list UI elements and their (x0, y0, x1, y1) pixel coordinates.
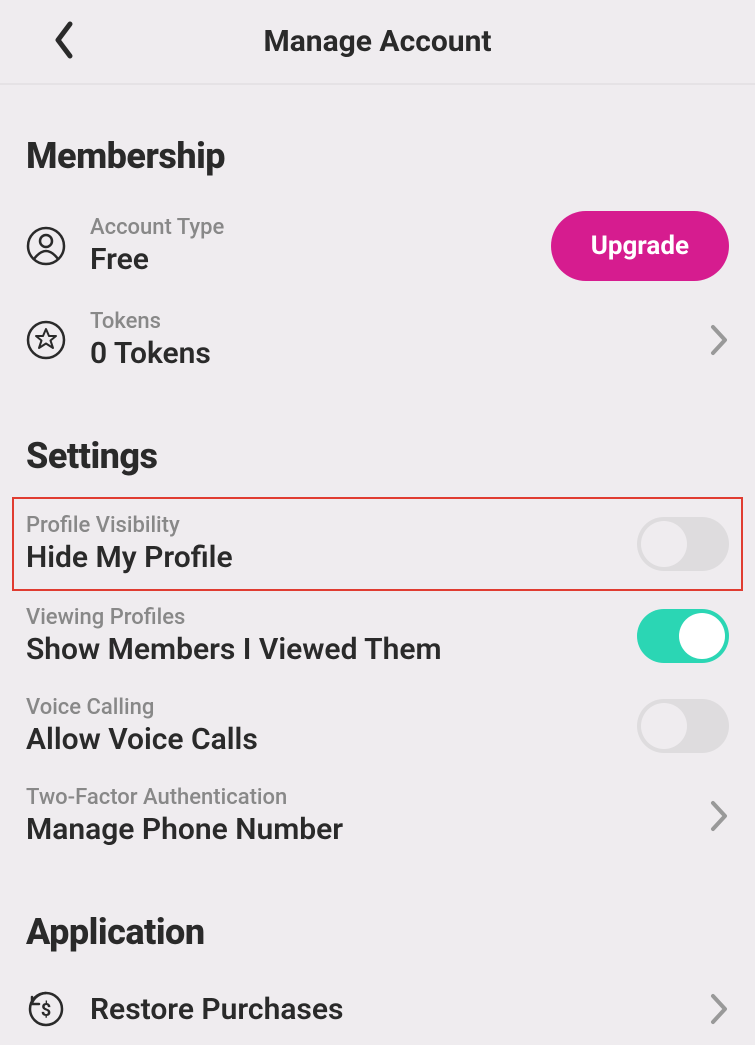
application-title: Application (26, 911, 729, 953)
voice-calling-toggle[interactable] (637, 699, 729, 753)
two-factor-row[interactable]: Two-Factor Authentication Manage Phone N… (26, 771, 729, 861)
chevron-left-icon (50, 20, 78, 60)
profile-visibility-toggle[interactable] (637, 517, 729, 571)
page-title: Manage Account (20, 24, 735, 59)
application-section: Application $ Restore Purchases (0, 911, 755, 1045)
tokens-label: Tokens (90, 309, 709, 334)
settings-section: Settings Profile Visibility Hide My Prof… (0, 435, 755, 861)
restore-purchases-value: Restore Purchases (90, 992, 709, 1027)
voice-calling-row: Voice Calling Allow Voice Calls (26, 681, 729, 771)
voice-calling-label: Voice Calling (26, 695, 637, 720)
viewing-profiles-row: Viewing Profiles Show Members I Viewed T… (26, 591, 729, 681)
account-type-label: Account Type (90, 215, 551, 240)
two-factor-value: Manage Phone Number (26, 812, 709, 847)
profile-visibility-label: Profile Visibility (26, 513, 637, 538)
two-factor-label: Two-Factor Authentication (26, 785, 709, 810)
profile-visibility-value: Hide My Profile (26, 540, 637, 575)
viewing-profiles-label: Viewing Profiles (26, 605, 637, 630)
star-badge-icon (26, 320, 74, 360)
membership-title: Membership (26, 135, 729, 177)
tokens-value: 0 Tokens (90, 336, 709, 371)
viewing-profiles-toggle[interactable] (637, 609, 729, 663)
account-type-value: Free (90, 242, 551, 277)
chevron-right-icon (709, 323, 729, 357)
user-icon (26, 226, 74, 266)
restore-icon: $ (26, 989, 74, 1029)
membership-section: Membership Account Type Free Upgrade Tok… (0, 135, 755, 385)
profile-visibility-row: Profile Visibility Hide My Profile (12, 497, 743, 591)
upgrade-button[interactable]: Upgrade (551, 211, 729, 281)
voice-calling-value: Allow Voice Calls (26, 722, 637, 757)
back-button[interactable] (50, 20, 78, 64)
chevron-right-icon (709, 992, 729, 1026)
viewing-profiles-value: Show Members I Viewed Them (26, 632, 637, 667)
header: Manage Account (0, 0, 755, 85)
svg-text:$: $ (41, 1000, 51, 1021)
tokens-row[interactable]: Tokens 0 Tokens (26, 295, 729, 385)
account-type-row: Account Type Free Upgrade (26, 197, 729, 295)
settings-title: Settings (26, 435, 729, 477)
restore-purchases-row[interactable]: $ Restore Purchases (26, 973, 729, 1045)
chevron-right-icon (709, 799, 729, 833)
